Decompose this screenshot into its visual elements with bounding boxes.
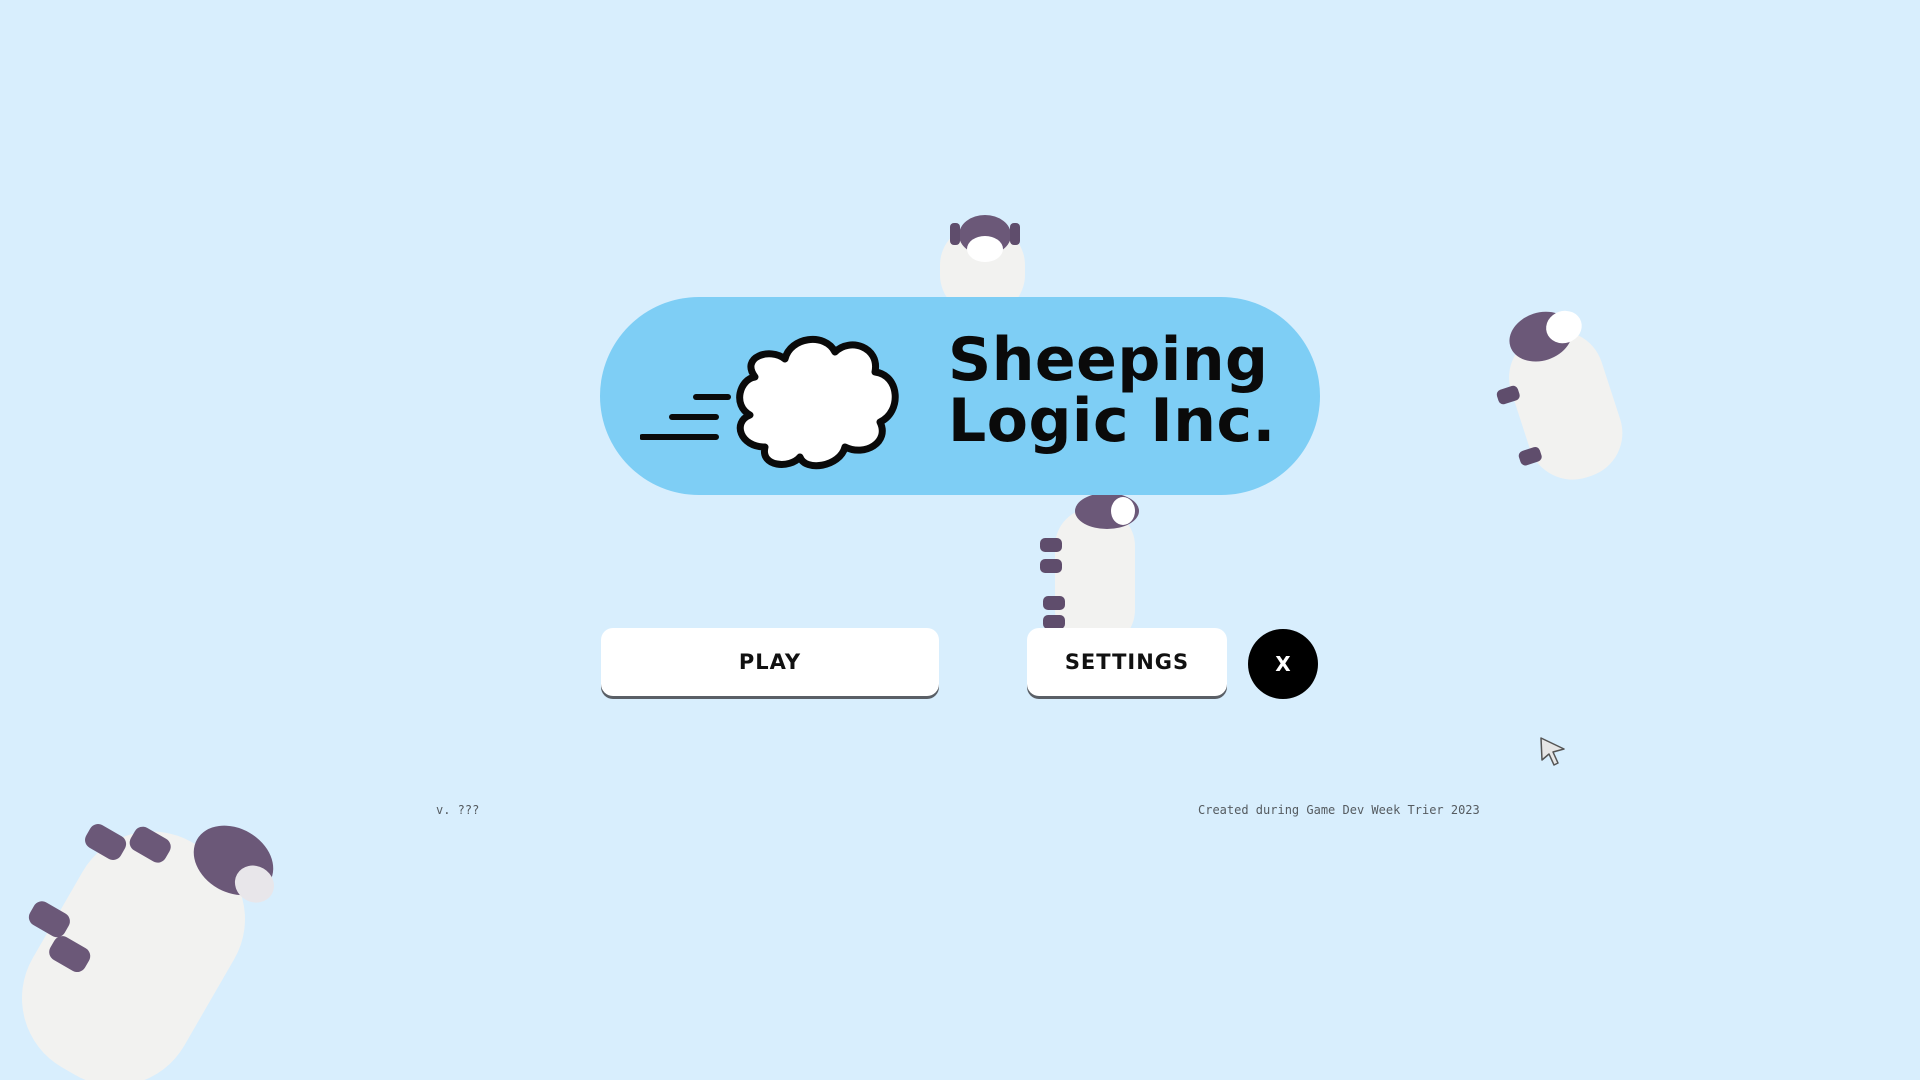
sheep-middle [1040,493,1139,628]
version-label: v. ??? [436,803,480,817]
cloud-logo-icon [640,335,899,470]
sheep-bottom-left [22,824,274,1080]
mouse-cursor-icon [1540,737,1565,766]
settings-button[interactable]: SETTINGS [1027,628,1227,696]
logo-title-line2: Logic Inc. [948,386,1276,456]
close-button[interactable]: X [1248,629,1318,699]
play-button[interactable]: PLAY [601,628,939,696]
sheep-right [1496,310,1623,480]
logo-title-line1: Sheeping [948,325,1269,395]
logo-panel: Sheeping Logic Inc. [600,297,1320,495]
credit-label: Created during Game Dev Week Trier 2023 [1198,803,1480,817]
sheep-top-center [940,215,1025,300]
logo-title: Sheeping Logic Inc. [948,330,1276,452]
